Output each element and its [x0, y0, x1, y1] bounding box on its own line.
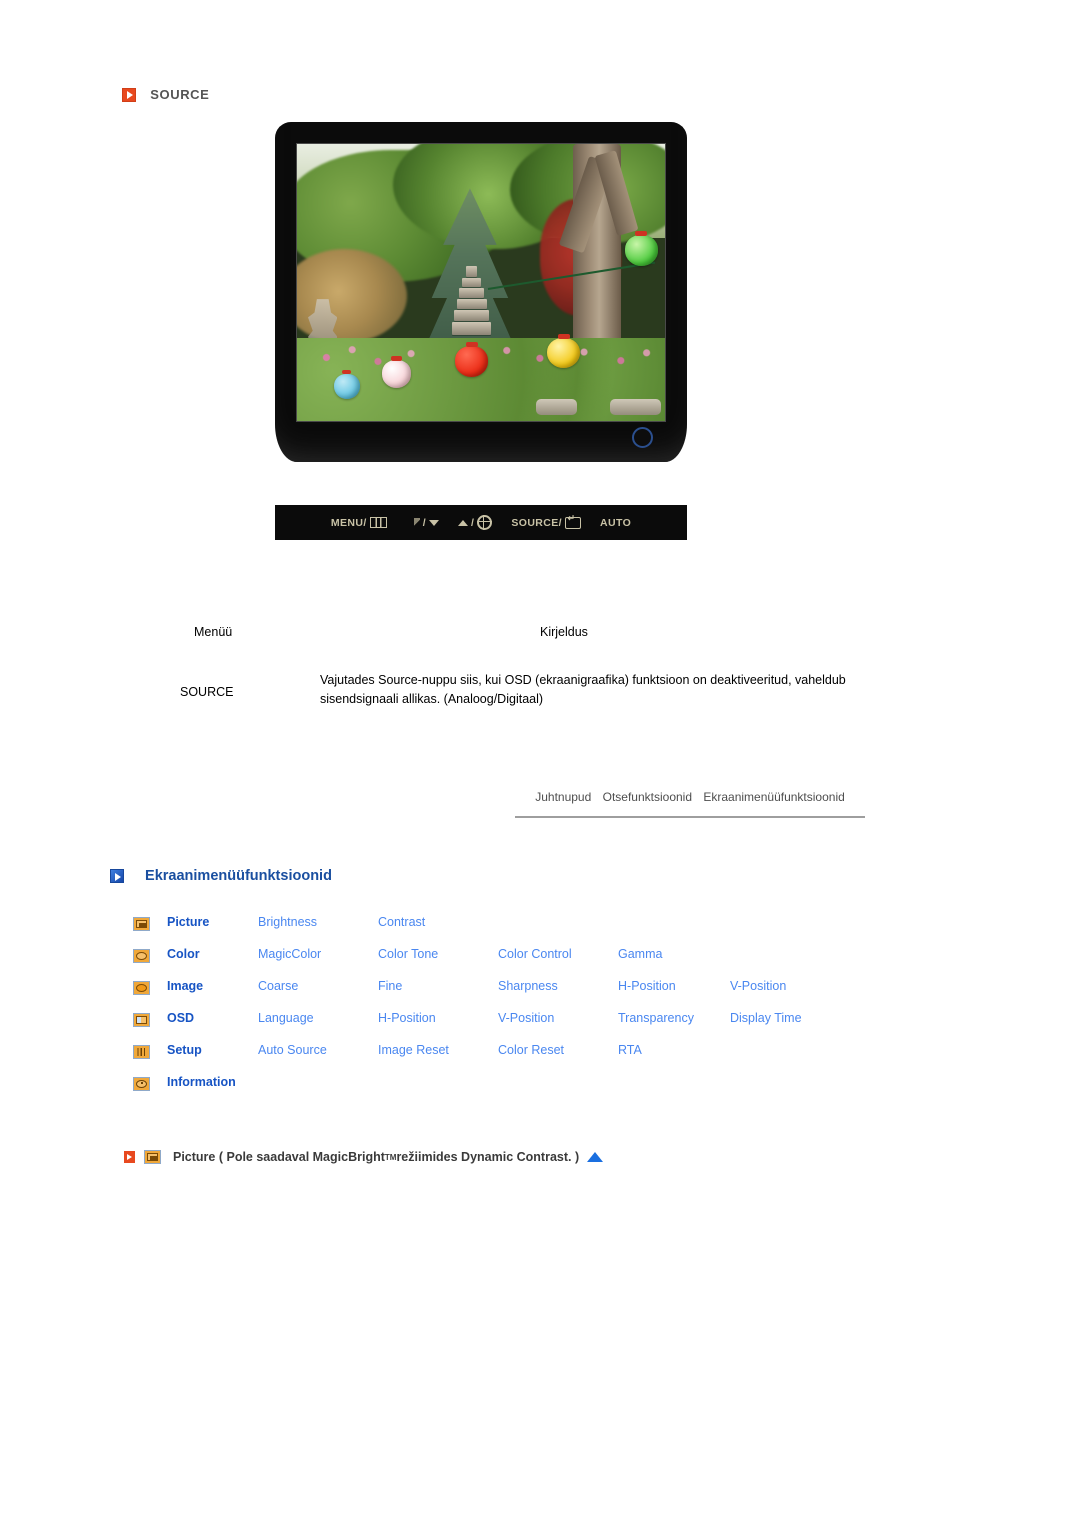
lantern-red [455, 341, 489, 377]
menu-item-brightness[interactable]: Brightness [258, 915, 317, 929]
menu-item-v-position[interactable]: V-Position [730, 979, 786, 993]
picture-line-text-before: Picture ( Pole saadaval MagicBright [173, 1150, 385, 1164]
information-icon [133, 1077, 150, 1091]
menu-label-information[interactable]: Information [167, 1075, 236, 1089]
menu-description-table: Menüü Kirjeldus SOURCE Vajutades Source-… [180, 625, 880, 706]
menu-item-color-tone[interactable]: Color Tone [378, 947, 438, 961]
column-header-description: Kirjeldus [540, 625, 588, 639]
menu-map-row-color: Color MagicColor Color Tone Color Contro… [133, 944, 993, 976]
menu-item-h-position[interactable]: H-Position [618, 979, 676, 993]
osd-section-heading: Ekraanimenüüfunktsioonid [110, 868, 332, 884]
nav-link-juhtnupud[interactable]: Juhtnupud [535, 790, 591, 804]
monitor-illustration [275, 122, 687, 477]
monitor-screen [297, 144, 665, 421]
menu-map-row-setup: Setup Auto Source Image Reset Color Rese… [133, 1040, 993, 1072]
brightness-down-button[interactable]: / [406, 516, 440, 529]
row-description-text: Vajutades Source-nuppu siis, kui OSD (ek… [320, 673, 846, 707]
picture-line-text-after: režiimides Dynamic Contrast. ) [396, 1150, 580, 1164]
auto-button[interactable]: AUTO [600, 517, 631, 529]
menu-map-row-image: Image Coarse Fine Sharpness H-Position V… [133, 976, 993, 1008]
lantern-blue [333, 370, 360, 399]
image-icon [133, 981, 150, 995]
auto-button-label: AUTO [599, 516, 632, 529]
brightness-icon [406, 517, 420, 528]
menu-item-magiccolor[interactable]: MagicColor [258, 947, 321, 961]
garden-photo [297, 144, 665, 421]
setup-icon [133, 1045, 150, 1059]
lantern-green [624, 231, 658, 266]
source-button-label: SOURCE/ [511, 516, 562, 529]
separator-slash: / [471, 516, 475, 529]
down-arrow-icon [429, 519, 440, 526]
enter-icon [564, 514, 581, 529]
menu-item-language[interactable]: Language [258, 1011, 314, 1025]
menu-item-color-reset[interactable]: Color Reset [498, 1043, 564, 1057]
menu-label-picture[interactable]: Picture [167, 915, 209, 929]
menu-icon [369, 517, 387, 528]
menu-map-row-information: Information [133, 1072, 993, 1104]
menu-item-auto-source[interactable]: Auto Source [258, 1043, 327, 1057]
lantern-pink [381, 356, 412, 388]
column-header-menu: Menüü [194, 625, 233, 639]
menu-map-row-osd: OSD Language H-Position V-Position Trans… [133, 1008, 993, 1040]
menu-item-contrast[interactable]: Contrast [378, 915, 425, 929]
menu-button[interactable]: MENU/ [331, 517, 387, 529]
table-header-row: Menüü Kirjeldus [180, 625, 880, 671]
source-enter-button[interactable]: SOURCE/ [511, 514, 581, 529]
menu-label-image[interactable]: Image [167, 979, 203, 993]
menu-item-h-position[interactable]: H-Position [378, 1011, 436, 1025]
menu-item-gamma[interactable]: Gamma [618, 947, 662, 961]
menu-label-osd[interactable]: OSD [167, 1011, 194, 1025]
power-button[interactable] [632, 427, 653, 448]
monitor-control-bar: MENU/ / / SOURCE/ AUTO [275, 505, 687, 540]
menu-item-display-time[interactable]: Display Time [730, 1011, 802, 1025]
play-arrow-icon [122, 87, 136, 102]
separator-slash: / [422, 516, 427, 529]
picture-icon [144, 1150, 161, 1164]
play-arrow-icon [110, 869, 124, 884]
osd-menu-map: Picture Brightness Contrast Color MagicC… [133, 912, 993, 1104]
menu-item-coarse[interactable]: Coarse [258, 979, 298, 993]
row-menu-name: SOURCE [180, 685, 234, 699]
menu-label-color[interactable]: Color [167, 947, 200, 961]
up-adjust-button[interactable]: / [458, 515, 493, 530]
color-icon [133, 949, 150, 963]
osd-icon [133, 1013, 150, 1027]
menu-item-rta[interactable]: RTA [618, 1043, 642, 1057]
source-heading-label: SOURCE [150, 87, 210, 103]
menu-item-fine[interactable]: Fine [378, 979, 402, 993]
nav-link-otsefunktsioonid[interactable]: Otsefunktsioonid [603, 790, 692, 804]
picture-subsection-heading: Picture ( Pole saadaval MagicBright TM r… [124, 1150, 604, 1164]
nav-divider [515, 816, 865, 818]
gear-icon [477, 515, 493, 530]
menu-item-image-reset[interactable]: Image Reset [378, 1043, 449, 1057]
red-play-arrow-icon [124, 1151, 135, 1163]
section-nav: Juhtnupud Otsefunktsioonid Ekraanimenüüf… [515, 790, 865, 804]
source-section-heading: SOURCE [122, 86, 209, 102]
menu-item-sharpness[interactable]: Sharpness [498, 979, 558, 993]
menu-item-v-position[interactable]: V-Position [498, 1011, 554, 1025]
scroll-to-top-triangle-icon[interactable] [587, 1152, 604, 1162]
menu-item-transparency[interactable]: Transparency [618, 1011, 694, 1025]
trademark-mark: TM [384, 1152, 397, 1162]
osd-heading-label: Ekraanimenüüfunktsioonid [145, 868, 332, 885]
menu-map-row-picture: Picture Brightness Contrast [133, 912, 993, 944]
nav-link-ekraanimenuufunktsioonid[interactable]: Ekraanimenüüfunktsioonid [703, 790, 844, 804]
monitor-body [275, 122, 687, 462]
menu-item-color-control[interactable]: Color Control [498, 947, 572, 961]
picture-icon [133, 917, 150, 931]
menu-label-setup[interactable]: Setup [167, 1043, 202, 1057]
menu-button-label: MENU/ [330, 516, 367, 529]
up-arrow-icon [458, 519, 469, 526]
